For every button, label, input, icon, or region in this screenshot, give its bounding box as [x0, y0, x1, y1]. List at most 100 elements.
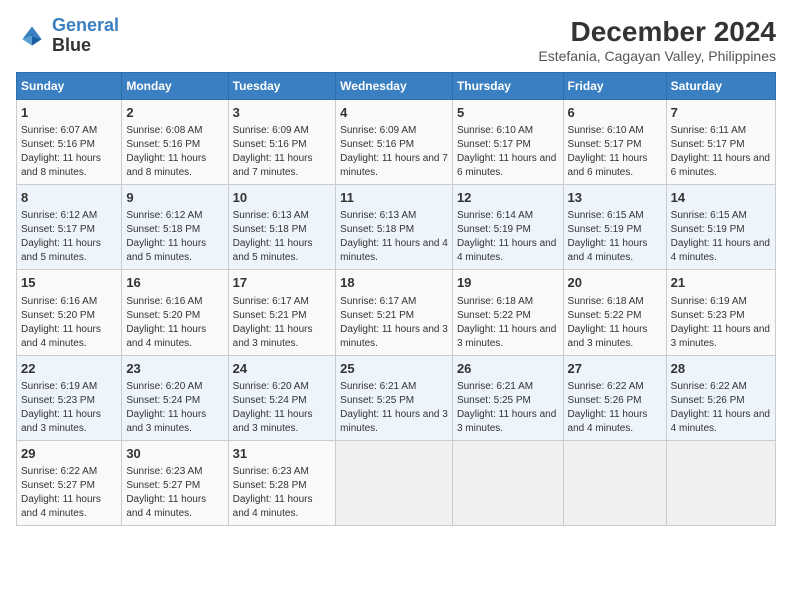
table-row: 21 Sunrise: 6:19 AM Sunset: 5:23 PM Dayl…: [666, 270, 775, 355]
day-number: 21: [671, 274, 771, 292]
col-thursday: Thursday: [452, 73, 563, 100]
calendar-week-5: 29 Sunrise: 6:22 AM Sunset: 5:27 PM Dayl…: [17, 440, 776, 525]
sunset-time: Sunset: 5:17 PM: [568, 139, 642, 150]
daylight-hours: Daylight: 11 hours and 4 minutes.: [126, 494, 206, 519]
sunrise-time: Sunrise: 6:21 AM: [340, 381, 416, 392]
daylight-hours: Daylight: 11 hours and 3 minutes.: [340, 409, 448, 434]
day-number: 23: [126, 360, 223, 378]
day-number: 6: [568, 104, 662, 122]
page-subtitle: Estefania, Cagayan Valley, Philippines: [538, 48, 776, 64]
daylight-hours: Daylight: 11 hours and 4 minutes.: [568, 409, 648, 434]
sunset-time: Sunset: 5:18 PM: [340, 224, 414, 235]
sunset-time: Sunset: 5:21 PM: [233, 310, 307, 321]
calendar-week-4: 22 Sunrise: 6:19 AM Sunset: 5:23 PM Dayl…: [17, 355, 776, 440]
sunrise-time: Sunrise: 6:23 AM: [233, 466, 309, 477]
day-number: 31: [233, 445, 332, 463]
table-row: [563, 440, 666, 525]
sunset-time: Sunset: 5:20 PM: [126, 310, 200, 321]
table-row: 23 Sunrise: 6:20 AM Sunset: 5:24 PM Dayl…: [122, 355, 228, 440]
sunrise-time: Sunrise: 6:20 AM: [233, 381, 309, 392]
logo-text: GeneralBlue: [52, 16, 119, 56]
day-number: 9: [126, 189, 223, 207]
sunrise-time: Sunrise: 6:23 AM: [126, 466, 202, 477]
table-row: 16 Sunrise: 6:16 AM Sunset: 5:20 PM Dayl…: [122, 270, 228, 355]
sunset-time: Sunset: 5:18 PM: [233, 224, 307, 235]
table-row: 10 Sunrise: 6:13 AM Sunset: 5:18 PM Dayl…: [228, 185, 336, 270]
sunrise-time: Sunrise: 6:19 AM: [21, 381, 97, 392]
sunset-time: Sunset: 5:23 PM: [671, 310, 745, 321]
daylight-hours: Daylight: 11 hours and 4 minutes.: [233, 494, 313, 519]
sunrise-time: Sunrise: 6:14 AM: [457, 210, 533, 221]
daylight-hours: Daylight: 11 hours and 4 minutes.: [126, 324, 206, 349]
logo: GeneralBlue: [16, 16, 119, 56]
daylight-hours: Daylight: 11 hours and 4 minutes.: [340, 238, 448, 263]
day-number: 15: [21, 274, 117, 292]
sunrise-time: Sunrise: 6:20 AM: [126, 381, 202, 392]
day-number: 3: [233, 104, 332, 122]
sunset-time: Sunset: 5:25 PM: [340, 395, 414, 406]
col-sunday: Sunday: [17, 73, 122, 100]
table-row: 2 Sunrise: 6:08 AM Sunset: 5:16 PM Dayli…: [122, 100, 228, 185]
sunset-time: Sunset: 5:19 PM: [568, 224, 642, 235]
sunset-time: Sunset: 5:27 PM: [126, 480, 200, 491]
daylight-hours: Daylight: 11 hours and 3 minutes.: [457, 409, 556, 434]
table-row: 26 Sunrise: 6:21 AM Sunset: 5:25 PM Dayl…: [452, 355, 563, 440]
sunset-time: Sunset: 5:19 PM: [671, 224, 745, 235]
daylight-hours: Daylight: 11 hours and 4 minutes.: [568, 238, 648, 263]
sunrise-time: Sunrise: 6:07 AM: [21, 125, 97, 136]
table-row: 6 Sunrise: 6:10 AM Sunset: 5:17 PM Dayli…: [563, 100, 666, 185]
table-row: 19 Sunrise: 6:18 AM Sunset: 5:22 PM Dayl…: [452, 270, 563, 355]
table-row: 4 Sunrise: 6:09 AM Sunset: 5:16 PM Dayli…: [336, 100, 453, 185]
day-number: 4: [340, 104, 448, 122]
table-row: 31 Sunrise: 6:23 AM Sunset: 5:28 PM Dayl…: [228, 440, 336, 525]
table-row: 29 Sunrise: 6:22 AM Sunset: 5:27 PM Dayl…: [17, 440, 122, 525]
day-number: 8: [21, 189, 117, 207]
day-number: 1: [21, 104, 117, 122]
col-saturday: Saturday: [666, 73, 775, 100]
col-tuesday: Tuesday: [228, 73, 336, 100]
day-number: 17: [233, 274, 332, 292]
sunset-time: Sunset: 5:20 PM: [21, 310, 95, 321]
day-number: 26: [457, 360, 559, 378]
daylight-hours: Daylight: 11 hours and 4 minutes.: [671, 238, 770, 263]
sunrise-time: Sunrise: 6:09 AM: [340, 125, 416, 136]
day-number: 30: [126, 445, 223, 463]
page-header: GeneralBlue December 2024 Estefania, Cag…: [16, 16, 776, 64]
daylight-hours: Daylight: 11 hours and 7 minutes.: [233, 153, 313, 178]
daylight-hours: Daylight: 11 hours and 6 minutes.: [671, 153, 770, 178]
col-wednesday: Wednesday: [336, 73, 453, 100]
sunrise-time: Sunrise: 6:13 AM: [340, 210, 416, 221]
calendar-week-3: 15 Sunrise: 6:16 AM Sunset: 5:20 PM Dayl…: [17, 270, 776, 355]
day-number: 29: [21, 445, 117, 463]
calendar-week-1: 1 Sunrise: 6:07 AM Sunset: 5:16 PM Dayli…: [17, 100, 776, 185]
sunset-time: Sunset: 5:26 PM: [671, 395, 745, 406]
table-row: 24 Sunrise: 6:20 AM Sunset: 5:24 PM Dayl…: [228, 355, 336, 440]
table-row: 20 Sunrise: 6:18 AM Sunset: 5:22 PM Dayl…: [563, 270, 666, 355]
sunrise-time: Sunrise: 6:16 AM: [126, 296, 202, 307]
sunrise-time: Sunrise: 6:17 AM: [233, 296, 309, 307]
title-block: December 2024 Estefania, Cagayan Valley,…: [538, 16, 776, 64]
table-row: 14 Sunrise: 6:15 AM Sunset: 5:19 PM Dayl…: [666, 185, 775, 270]
sunrise-time: Sunrise: 6:22 AM: [671, 381, 747, 392]
day-number: 11: [340, 189, 448, 207]
sunset-time: Sunset: 5:19 PM: [457, 224, 531, 235]
daylight-hours: Daylight: 11 hours and 3 minutes.: [233, 324, 313, 349]
sunset-time: Sunset: 5:23 PM: [21, 395, 95, 406]
day-number: 22: [21, 360, 117, 378]
daylight-hours: Daylight: 11 hours and 3 minutes.: [568, 324, 648, 349]
table-row: 11 Sunrise: 6:13 AM Sunset: 5:18 PM Dayl…: [336, 185, 453, 270]
table-row: [452, 440, 563, 525]
day-number: 27: [568, 360, 662, 378]
daylight-hours: Daylight: 11 hours and 8 minutes.: [126, 153, 206, 178]
day-number: 16: [126, 274, 223, 292]
table-row: 7 Sunrise: 6:11 AM Sunset: 5:17 PM Dayli…: [666, 100, 775, 185]
day-number: 7: [671, 104, 771, 122]
sunrise-time: Sunrise: 6:16 AM: [21, 296, 97, 307]
sunrise-time: Sunrise: 6:21 AM: [457, 381, 533, 392]
daylight-hours: Daylight: 11 hours and 4 minutes.: [671, 409, 770, 434]
day-number: 20: [568, 274, 662, 292]
sunrise-time: Sunrise: 6:19 AM: [671, 296, 747, 307]
sunset-time: Sunset: 5:25 PM: [457, 395, 531, 406]
page-title: December 2024: [538, 16, 776, 48]
table-row: 12 Sunrise: 6:14 AM Sunset: 5:19 PM Dayl…: [452, 185, 563, 270]
